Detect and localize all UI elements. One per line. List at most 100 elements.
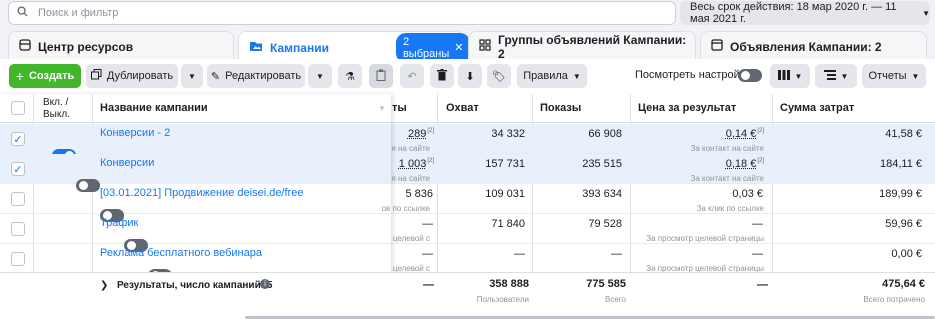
checkbox[interactable] — [11, 192, 25, 206]
pencil-icon: ✎ — [210, 70, 221, 83]
search-input[interactable] — [38, 7, 638, 19]
footer-reach: 358 888 — [489, 278, 529, 290]
tab-ads[interactable]: Объявления Кампании: 2 — [700, 31, 927, 61]
cpr-value: 0,03 € — [732, 188, 763, 200]
flask-icon: ⚗ — [345, 70, 355, 83]
rules-button[interactable]: Правила ▼ — [517, 64, 587, 88]
campaign-name-link[interactable]: Конверсии - 2 — [100, 127, 170, 139]
search-icon — [17, 6, 28, 20]
cost-per-result-sub: За контакт на сайте — [690, 144, 765, 153]
column-header-onoff: Вкл. / Выкл. — [43, 97, 70, 120]
tab-adsets-label: Группы объявлений Кампании: 2 — [498, 32, 687, 61]
checkbox[interactable] — [11, 222, 25, 236]
search-box[interactable] — [8, 1, 676, 25]
tab-ads-label: Объявления Кампании: 2 — [730, 39, 882, 54]
cost-per-result-cell: — — [630, 248, 764, 260]
duplicate-label: Дублировать — [106, 70, 174, 82]
undo-button[interactable]: ↶ — [400, 64, 424, 88]
select-all-checkbox[interactable] — [11, 101, 25, 115]
cost-per-result-sub: За просмотр целевой страницы — [646, 234, 764, 243]
reach-cell: — — [514, 248, 525, 260]
results-value: — — [422, 218, 433, 230]
results-cell: — — [392, 218, 434, 230]
campaign-name-link[interactable]: Конверсии — [100, 157, 154, 169]
cpr-value: — — [752, 248, 763, 260]
cpr-value: 0,18 € — [725, 158, 757, 170]
results-sub: я на сайте — [391, 144, 430, 153]
reports-button[interactable]: Отчеты ▼ — [862, 64, 926, 88]
chevron-down-icon: ▼ — [316, 71, 324, 81]
tab-adsets[interactable]: Группы объявлений Кампании: 2 — [468, 31, 696, 61]
checkbox[interactable] — [11, 252, 25, 266]
clipboard-button[interactable] — [369, 64, 393, 88]
reach-cell: 71 840 — [491, 218, 525, 230]
checkbox[interactable]: ✓ — [11, 132, 25, 146]
tag-icon: 🏷 — [492, 70, 506, 83]
column-header-reach[interactable]: Охват — [446, 102, 479, 114]
row-checkbox[interactable]: ✓ — [11, 162, 25, 176]
edit-button[interactable]: ✎ Редактировать — [207, 64, 305, 88]
reach-cell: 34 332 — [491, 128, 525, 140]
chevron-down-icon: ▼ — [188, 71, 196, 81]
column-header-impressions[interactable]: Показы — [540, 102, 581, 114]
impressions-cell: — — [611, 248, 622, 260]
tag-button[interactable]: 🏷 — [487, 64, 511, 88]
footer-results: — — [423, 279, 434, 291]
adsets-grid-icon — [479, 39, 491, 54]
column-header-results[interactable]: ты — [392, 102, 407, 114]
undo-icon: ↶ — [407, 70, 417, 83]
breakdown-icon — [823, 69, 836, 83]
info-icon[interactable]: i — [260, 279, 270, 289]
column-header-cost-per-result[interactable]: Цена за результат — [638, 102, 736, 114]
checkbox[interactable]: ✓ — [11, 162, 25, 176]
tab-resources[interactable]: Центр ресурсов — [8, 31, 234, 61]
campaign-name-link[interactable]: [03.01.2021] Продвижение deisei.de/free — [100, 187, 303, 199]
breakdown-button[interactable]: ▼ — [815, 64, 857, 88]
reports-label: Отчеты — [868, 70, 907, 82]
checkbox[interactable] — [11, 101, 25, 115]
row-checkbox[interactable]: ✓ — [11, 132, 25, 146]
ad-icon — [711, 39, 723, 54]
results-cell: — — [392, 248, 434, 260]
impressions-cell: 66 908 — [588, 128, 622, 140]
campaign-name-link[interactable]: Реклама бесплатного вебинара — [100, 247, 262, 259]
column-header-amount-spent[interactable]: Сумма затрат — [780, 102, 854, 114]
footer-label: Результаты, число кампаний: 5 — [117, 280, 273, 291]
impressions-cell: 79 528 — [588, 218, 622, 230]
plus-icon: + — [15, 68, 24, 84]
footer-cpr: — — [757, 279, 768, 291]
footer-impressions: 775 585 — [586, 278, 626, 290]
create-button-label: Создать — [28, 70, 75, 82]
selected-badge[interactable]: 2 выбраны ✕ — [395, 32, 471, 63]
chevron-down-icon: ▼ — [572, 71, 581, 81]
edit-dropdown-button[interactable]: ▼ — [308, 64, 332, 88]
expand-icon[interactable]: ❯ — [100, 280, 108, 291]
chevron-down-icon: ▼ — [840, 71, 849, 81]
view-settings-toggle[interactable] — [738, 69, 762, 82]
results-note: [2] — [427, 158, 434, 165]
campaign-name-link[interactable]: Трафик — [100, 217, 138, 229]
footer-spent: 475,64 € — [882, 278, 925, 290]
delete-button[interactable] — [430, 64, 454, 88]
trash-icon — [437, 68, 447, 84]
create-button[interactable]: + Создать — [9, 64, 81, 88]
row-checkbox[interactable] — [11, 252, 25, 266]
cost-per-result-sub: За контакт на сайте — [690, 174, 765, 183]
duplicate-button[interactable]: Дублировать — [86, 64, 178, 88]
row-checkbox[interactable] — [11, 222, 25, 236]
cpr-value: 0,14 € — [725, 128, 757, 140]
sort-icon[interactable]: ▼ — [378, 104, 386, 113]
archive-button[interactable]: ⬇ — [458, 64, 482, 88]
date-range-picker[interactable]: Весь срок действия: 18 мар 2020 г. — 11 … — [680, 1, 930, 25]
cpr-note: [2] — [757, 158, 764, 165]
close-icon[interactable]: ✕ — [454, 41, 463, 54]
row-checkbox[interactable] — [11, 192, 25, 206]
ab-test-button[interactable]: ⚗ — [338, 64, 362, 88]
results-cell: 289[2] — [392, 128, 434, 140]
footer-spent-sub: Всего потрачено — [863, 295, 925, 304]
toggle-knob — [741, 71, 750, 80]
duplicate-icon — [90, 69, 102, 83]
column-header-name[interactable]: Название кампании — [100, 102, 208, 114]
columns-button[interactable]: ▼ — [770, 64, 810, 88]
duplicate-dropdown-button[interactable]: ▼ — [181, 64, 203, 88]
